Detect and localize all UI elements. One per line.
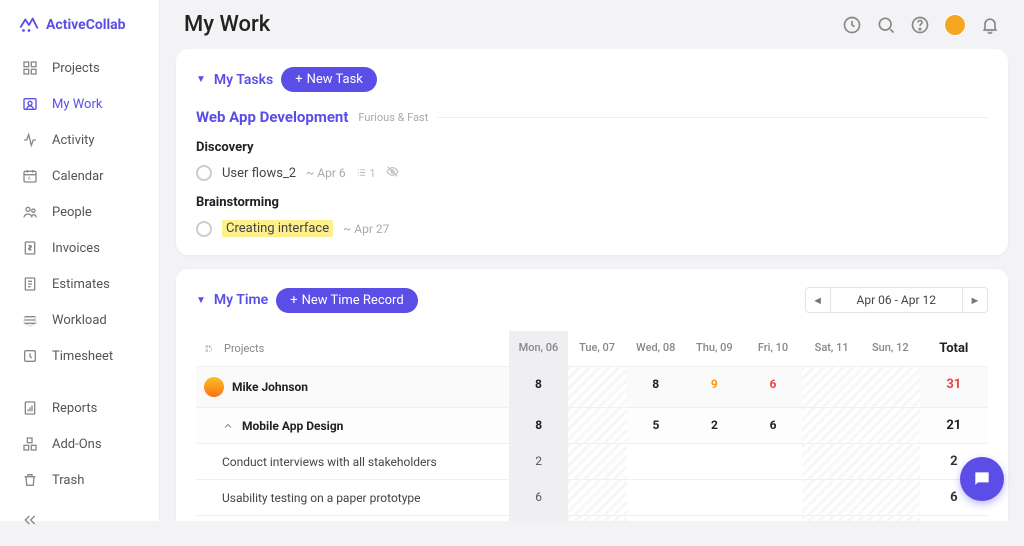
plus-icon: +	[295, 73, 302, 86]
branch-icon: ⎌	[203, 345, 214, 353]
task-complete-toggle[interactable]	[196, 165, 212, 181]
sidebar: ActiveCollab Projects My Work Activity 6…	[0, 0, 160, 521]
subtask-count-icon: 1	[356, 167, 376, 180]
day-header: Wed, 08	[626, 331, 685, 366]
nav-trash[interactable]: Trash	[0, 462, 159, 498]
brand-icon	[18, 14, 40, 36]
time-task-label[interactable]: Conduct interviews with all stakeholders	[196, 444, 509, 479]
project-client: Furious & Fast	[358, 111, 428, 124]
chat-icon	[972, 469, 992, 489]
date-range-picker: ◄ Apr 06 - Apr 12 ►	[805, 287, 988, 313]
task-list-heading: Brainstorming	[196, 195, 988, 210]
time-project-label[interactable]: Mobile App Design	[196, 408, 509, 443]
time-user-label: Mike Johnson	[196, 367, 509, 407]
nav-projects[interactable]: Projects	[0, 50, 159, 86]
tasks-section-title: My Tasks	[214, 72, 273, 88]
day-header: Tue, 07	[568, 331, 627, 366]
time-task-label[interactable]: UI design	[196, 516, 509, 521]
reports-icon	[22, 400, 38, 416]
time-task-row: Usability testing on a paper prototype 6…	[196, 480, 988, 516]
day-header: Sat, 11	[802, 331, 861, 366]
bell-icon[interactable]	[980, 15, 1000, 35]
nav-activity[interactable]: Activity	[0, 122, 159, 158]
new-time-record-button[interactable]: +New Time Record	[276, 288, 417, 313]
day-header: Mon, 06	[509, 331, 568, 366]
main-nav: Projects My Work Activity 6Calendar Peop…	[0, 50, 159, 498]
nav-workload[interactable]: Workload	[0, 302, 159, 338]
trash-icon	[22, 472, 38, 488]
activity-icon	[22, 132, 38, 148]
task-list-heading: Discovery	[196, 140, 988, 155]
task-name: Creating interface	[222, 220, 333, 237]
invoice-icon	[22, 240, 38, 256]
nav-timesheet[interactable]: Timesheet	[0, 338, 159, 374]
avatar	[204, 377, 224, 397]
time-project-row: Mobile App Design 8 5 2 6 21	[196, 408, 988, 444]
workload-icon	[22, 312, 38, 328]
day-header: Sun, 12	[861, 331, 920, 366]
nav-invoices[interactable]: Invoices	[0, 230, 159, 266]
content: ▼ My Tasks +New Task Web App Development…	[160, 49, 1024, 521]
nav-addons[interactable]: Add-Ons	[0, 426, 159, 462]
time-user-row: Mike Johnson 8 8 9 6 31	[196, 367, 988, 408]
plus-icon: +	[290, 294, 297, 307]
nav-reports[interactable]: Reports	[0, 390, 159, 426]
caret-down-icon[interactable]: ▼	[196, 74, 206, 85]
chevron-up-icon	[222, 420, 234, 432]
task-complete-toggle[interactable]	[196, 221, 212, 237]
hidden-icon	[386, 165, 399, 181]
nav-people[interactable]: People	[0, 194, 159, 230]
task-row[interactable]: Creating interface ~ Apr 27	[196, 220, 988, 237]
project-name[interactable]: Web App Development	[196, 108, 348, 126]
day-header: Thu, 09	[685, 331, 744, 366]
time-task-row: Conduct interviews with all stakeholders…	[196, 444, 988, 480]
user-badge-icon	[22, 96, 38, 112]
caret-down-icon[interactable]: ▼	[196, 295, 206, 306]
time-table: ⎌Projects Mon, 06 Tue, 07 Wed, 08 Thu, 0…	[196, 331, 988, 521]
projects-column-header: ⎌Projects	[196, 331, 509, 366]
task-row[interactable]: User flows_2 ~ Apr 6 1	[196, 165, 988, 181]
brand-logo[interactable]: ActiveCollab	[0, 10, 159, 50]
time-task-row: UI design 6	[196, 516, 988, 521]
chat-fab[interactable]	[960, 457, 1004, 501]
nav-calendar[interactable]: 6Calendar	[0, 158, 159, 194]
nav-estimates[interactable]: Estimates	[0, 266, 159, 302]
task-due: ~ Apr 6	[306, 166, 346, 180]
new-task-button[interactable]: +New Task	[281, 67, 377, 92]
nav-mywork[interactable]: My Work	[0, 86, 159, 122]
estimate-icon	[22, 276, 38, 292]
day-header: Fri, 10	[744, 331, 803, 366]
help-icon[interactable]	[910, 15, 930, 35]
time-section-title: My Time	[214, 292, 268, 308]
search-icon[interactable]	[876, 15, 896, 35]
topbar: My Work	[160, 0, 1024, 49]
prev-week-button[interactable]: ◄	[805, 287, 831, 313]
addons-icon	[22, 436, 38, 452]
next-week-button[interactable]: ►	[962, 287, 988, 313]
time-task-label[interactable]: Usability testing on a paper prototype	[196, 480, 509, 515]
total-header: Total	[920, 331, 988, 366]
date-range[interactable]: Apr 06 - Apr 12	[831, 287, 962, 313]
user-avatar[interactable]	[944, 14, 966, 36]
people-icon	[22, 204, 38, 220]
my-time-card: ▼ My Time +New Time Record ◄ Apr 06 - Ap…	[176, 269, 1008, 521]
task-due: ~ Apr 27	[343, 222, 389, 236]
collapse-sidebar-button[interactable]	[0, 498, 159, 546]
grid-icon	[22, 60, 38, 76]
page-title: My Work	[184, 12, 270, 37]
main-area: My Work ▼ My Tasks +New Task Web App Dev…	[160, 0, 1024, 521]
my-tasks-card: ▼ My Tasks +New Task Web App Development…	[176, 49, 1008, 255]
chevrons-left-icon	[22, 512, 38, 528]
task-name: User flows_2	[222, 166, 296, 181]
brand-name: ActiveCollab	[46, 17, 126, 33]
timesheet-icon	[22, 348, 38, 364]
calendar-icon: 6	[22, 168, 38, 184]
svg-text:6: 6	[28, 176, 31, 182]
clock-icon[interactable]	[842, 15, 862, 35]
